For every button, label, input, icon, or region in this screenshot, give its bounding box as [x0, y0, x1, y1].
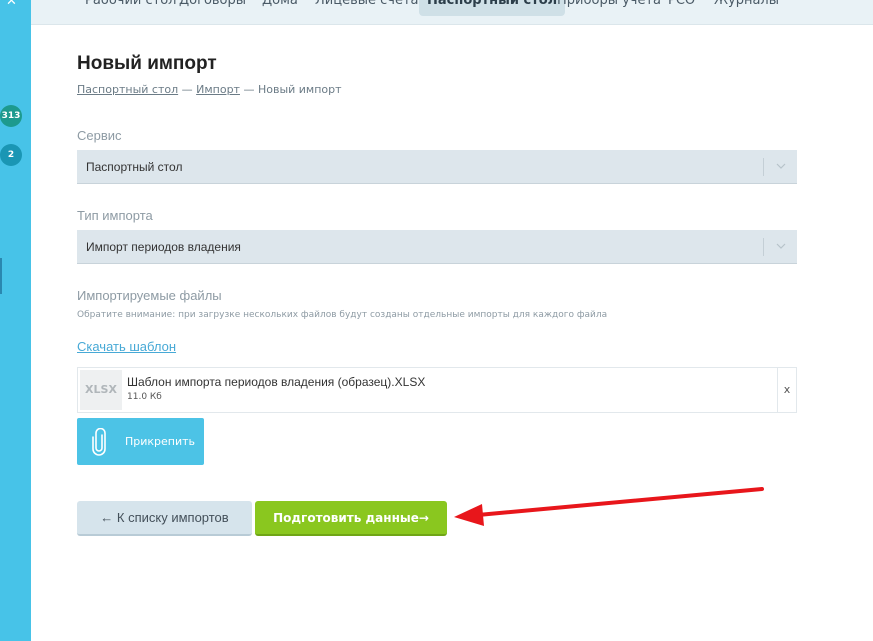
file-name: Шаблон импорта периодов владения (образе… [127, 375, 426, 389]
back-to-imports-button[interactable]: ← К списку импортов [77, 501, 252, 536]
prepare-data-button[interactable]: Подготовить данные→ [255, 501, 447, 536]
import-type-select-value: Импорт периодов владения [86, 240, 241, 254]
top-navigation: Рабочий стол Договоры Дома Лицевые счета… [31, 0, 873, 25]
tab-meters[interactable]: Приборы учета [549, 0, 669, 16]
notification-badge-2[interactable]: 2 [0, 144, 22, 166]
breadcrumb-separator: — [243, 83, 255, 96]
tab-dashboard[interactable]: Рабочий стол [77, 0, 184, 16]
import-type-label: Тип импорта [77, 208, 153, 223]
remove-file-button[interactable]: x [777, 368, 796, 412]
sidebar-collapse-handle[interactable] [0, 258, 2, 294]
download-template-link[interactable]: Скачать шаблон [77, 339, 176, 354]
attach-button-label: Прикрепить [125, 435, 196, 448]
chevron-down-icon[interactable] [776, 241, 786, 251]
import-type-select[interactable]: Импорт периодов владения [77, 230, 797, 264]
tab-contracts[interactable]: Договоры [171, 0, 254, 16]
xlsx-file-icon: XLSX [80, 370, 122, 410]
breadcrumb: Паспортный стол — Импорт — Новый импорт [77, 83, 342, 96]
tab-passport-office[interactable]: Паспортный стол [419, 0, 566, 16]
files-hint: Обратите внимание: при загрузке нескольк… [77, 310, 608, 320]
file-item: XLSX Шаблон импорта периодов владения (о… [77, 367, 797, 413]
select-divider [763, 238, 764, 256]
pin-icon[interactable]: ✕ [6, 0, 17, 10]
select-divider [763, 158, 764, 176]
notification-badge-1[interactable]: 313 [0, 105, 22, 127]
file-size: 11.0 Кб [127, 392, 162, 402]
annotation-arrow-icon [454, 487, 764, 526]
breadcrumb-import[interactable]: Импорт [196, 83, 240, 96]
tab-journals[interactable]: Журналы [706, 0, 787, 16]
page-title: Новый импорт [77, 53, 217, 74]
paperclip-icon [92, 428, 106, 456]
breadcrumb-passport-office[interactable]: Паспортный стол [77, 83, 178, 96]
breadcrumb-current: Новый импорт [257, 83, 342, 96]
import-files-label: Импортируемые файлы [77, 288, 222, 303]
breadcrumb-separator: — [181, 83, 193, 96]
left-sidebar: ✕ 313 2 [0, 0, 31, 641]
tab-accounts[interactable]: Лицевые счета [307, 0, 427, 16]
tab-houses[interactable]: Дома [254, 0, 306, 16]
service-select[interactable]: Паспортный стол [77, 150, 797, 184]
attach-button[interactable]: Прикрепить [77, 418, 204, 465]
chevron-down-icon[interactable] [776, 161, 786, 171]
service-label: Сервис [77, 128, 122, 143]
service-select-value: Паспортный стол [86, 160, 183, 174]
tab-rso[interactable]: РСО [660, 0, 703, 16]
